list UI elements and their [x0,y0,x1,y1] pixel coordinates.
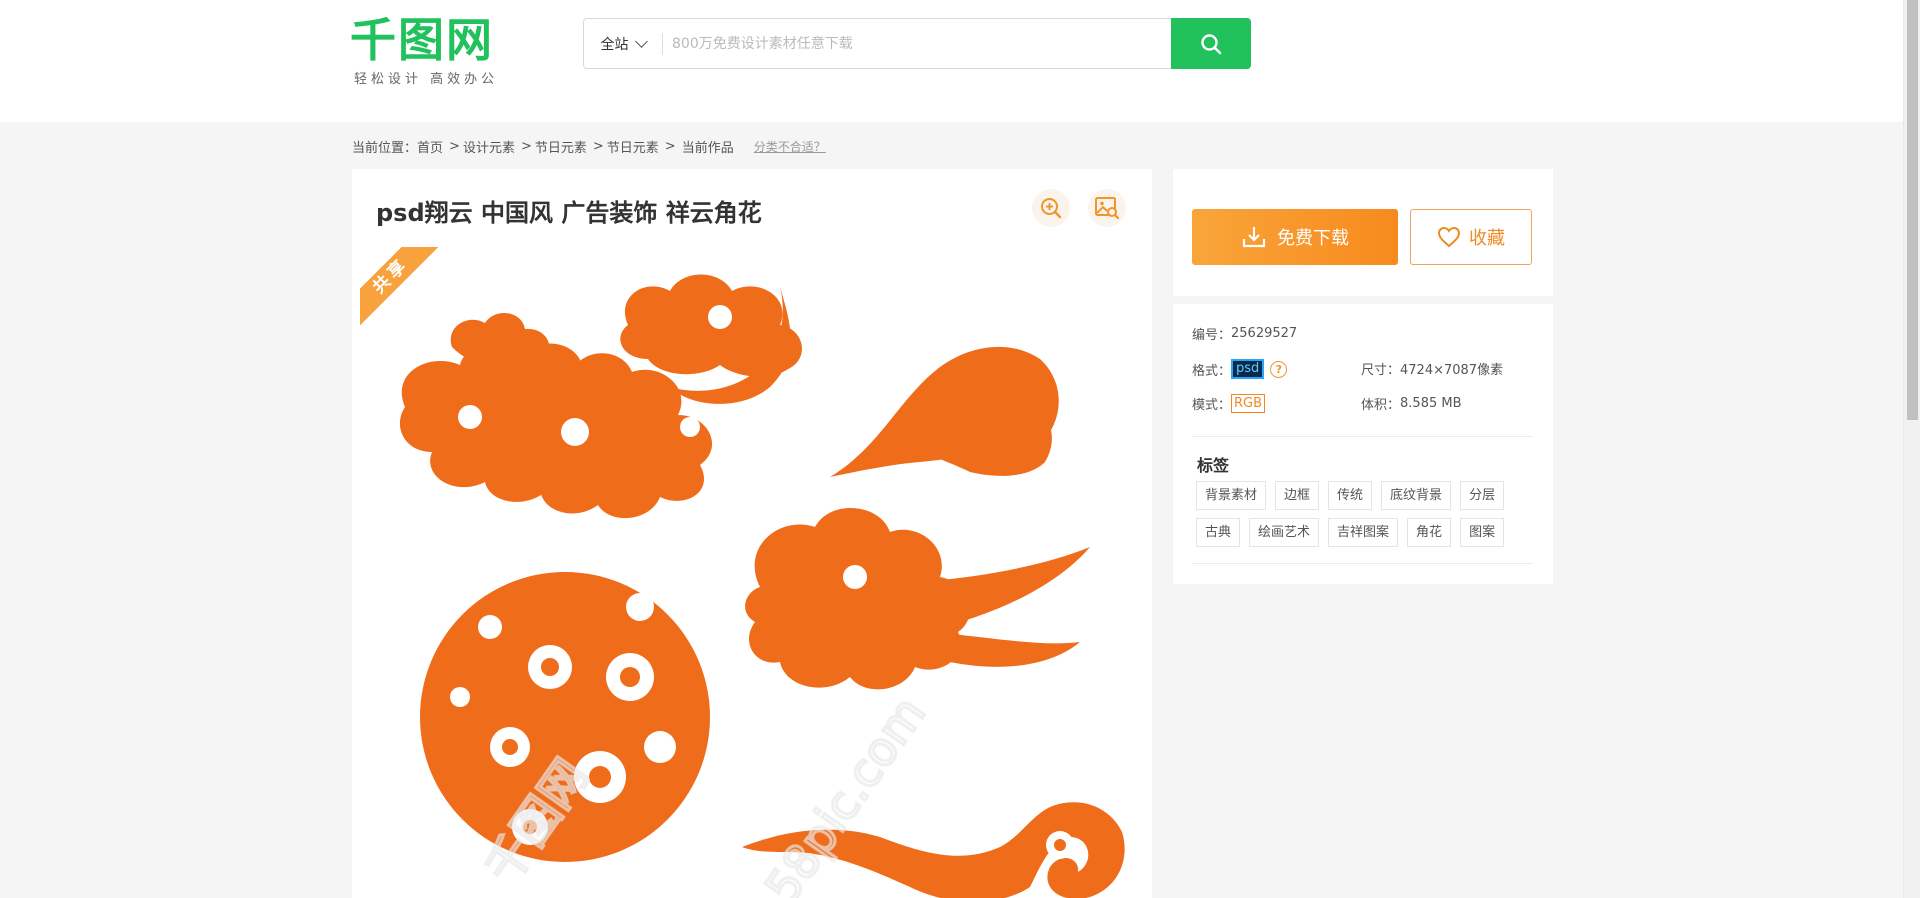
tag-row: 背景素材 边框 传统 底纹背景 分层 [1196,481,1536,510]
divider [1192,563,1533,564]
logo-slogan: 轻松设计 高效办公 [354,72,499,87]
tag-list: 背景素材 边框 传统 底纹背景 分层 古典 绘画艺术 吉祥图案 角花 图案 [1196,481,1536,555]
shared-ribbon: 共享 [360,247,440,327]
info-volume-label: 体积： [1361,398,1401,413]
tag-item[interactable]: 背景素材 [1196,481,1267,510]
shared-ribbon-label: 共享 [360,247,440,327]
info-id-value: 25629527 [1231,326,1298,341]
info-volume-value: 8.585 MB [1400,396,1462,411]
breadcrumb-home[interactable]: 首页 [417,137,443,156]
tag-item[interactable]: 传统 [1328,481,1373,510]
info-volume: 体积： 8.585 MB [1361,394,1462,413]
search-button[interactable] [1171,18,1251,69]
info-size-value: 4724×7087像素 [1400,363,1504,378]
breadcrumb-prefix: 当前位置： [352,141,418,156]
tag-item[interactable]: 分层 [1460,481,1505,510]
favorite-button[interactable]: 收藏 [1410,209,1532,265]
info-format: 格式： psd ? [1192,359,1288,379]
info-mode-label: 模式： [1192,398,1232,413]
tag-row: 古典 绘画艺术 吉祥图案 角花 图案 [1196,518,1536,547]
tag-item[interactable]: 角花 [1407,518,1452,547]
category-feedback-link[interactable]: 分类不合适？ [754,138,826,155]
favorite-label: 收藏 [1469,228,1505,249]
mode-badge: RGB [1231,394,1266,413]
breadcrumb: 当前位置： 首页 > 设计元素 > 节日元素 > 节日元素 > 当前作品 分类不… [352,137,826,156]
info-size-label: 尺寸： [1361,363,1401,378]
search-input[interactable] [672,19,1152,68]
tag-item[interactable]: 底纹背景 [1381,481,1452,510]
tag-item[interactable]: 吉祥图案 [1328,518,1399,547]
free-download-button[interactable]: 免费下载 [1192,209,1398,265]
info-size: 尺寸： 4724×7087像素 [1361,359,1503,378]
format-badge: psd [1231,359,1265,379]
search-bar: 全站 [583,18,1251,69]
breadcrumb-separator: > [449,139,460,154]
download-card: 免费下载 收藏 [1173,169,1553,296]
help-icon[interactable]: ? [1270,360,1288,378]
chevron-down-icon [634,34,648,48]
breadcrumb-design-elements[interactable]: 设计元素 [463,137,515,156]
image-search-icon [1095,197,1120,220]
tag-item[interactable]: 图案 [1460,518,1505,547]
work-detail-card: psd翔云 中国风 广告装饰 祥云角花 千图网 58pic.com 共享 [352,169,1152,898]
free-download-label: 免费下载 [1277,228,1349,249]
zoom-in-icon [1041,198,1062,219]
breadcrumb-current: 当前作品 [681,141,734,156]
search-scope-dropdown[interactable]: 全站 [584,19,662,68]
info-format-label: 格式： [1192,363,1232,379]
info-id: 编号： 25629527 [1192,324,1297,343]
breadcrumb-separator: > [592,139,604,154]
search-scope-label: 全站 [600,36,629,53]
breadcrumb-festival-elements-2[interactable]: 节日元素 [607,137,659,156]
tags-title: 标签 [1197,456,1230,475]
auspicious-cloud-artwork: 千图网 58pic.com [399,274,1125,898]
work-preview-image[interactable]: 千图网 58pic.com 共享 [360,247,1144,898]
search-icon [1201,33,1222,54]
divider [1192,436,1533,437]
breadcrumb-separator: > [520,139,532,154]
work-title: psd翔云 中国风 广告装饰 祥云角花 [376,199,762,227]
download-icon [1242,227,1266,248]
tag-item[interactable]: 古典 [1196,518,1241,547]
image-search-button[interactable] [1088,189,1126,227]
site-logo[interactable]: 千图网 轻松设计 高效办公 [350,16,500,88]
work-info-card: 编号： 25629527 格式： psd ? 尺寸： 4724×7087像素 模… [1173,304,1553,584]
breadcrumb-separator: > [664,139,676,154]
info-id-label: 编号： [1192,328,1232,343]
search-divider [662,33,663,55]
info-mode: 模式： RGB [1192,394,1266,413]
breadcrumb-festival-elements[interactable]: 节日元素 [535,137,587,156]
logo-text: 千图网 [350,13,494,67]
site-header: 千图网 轻松设计 高效办公 全站 [0,0,1903,122]
tag-item[interactable]: 边框 [1275,481,1320,510]
zoom-button[interactable] [1032,189,1070,227]
heart-icon [1437,226,1461,248]
tag-item[interactable]: 绘画艺术 [1249,518,1320,547]
scrollbar-thumb[interactable] [1907,0,1918,420]
page-scrollbar[interactable] [1903,0,1920,898]
